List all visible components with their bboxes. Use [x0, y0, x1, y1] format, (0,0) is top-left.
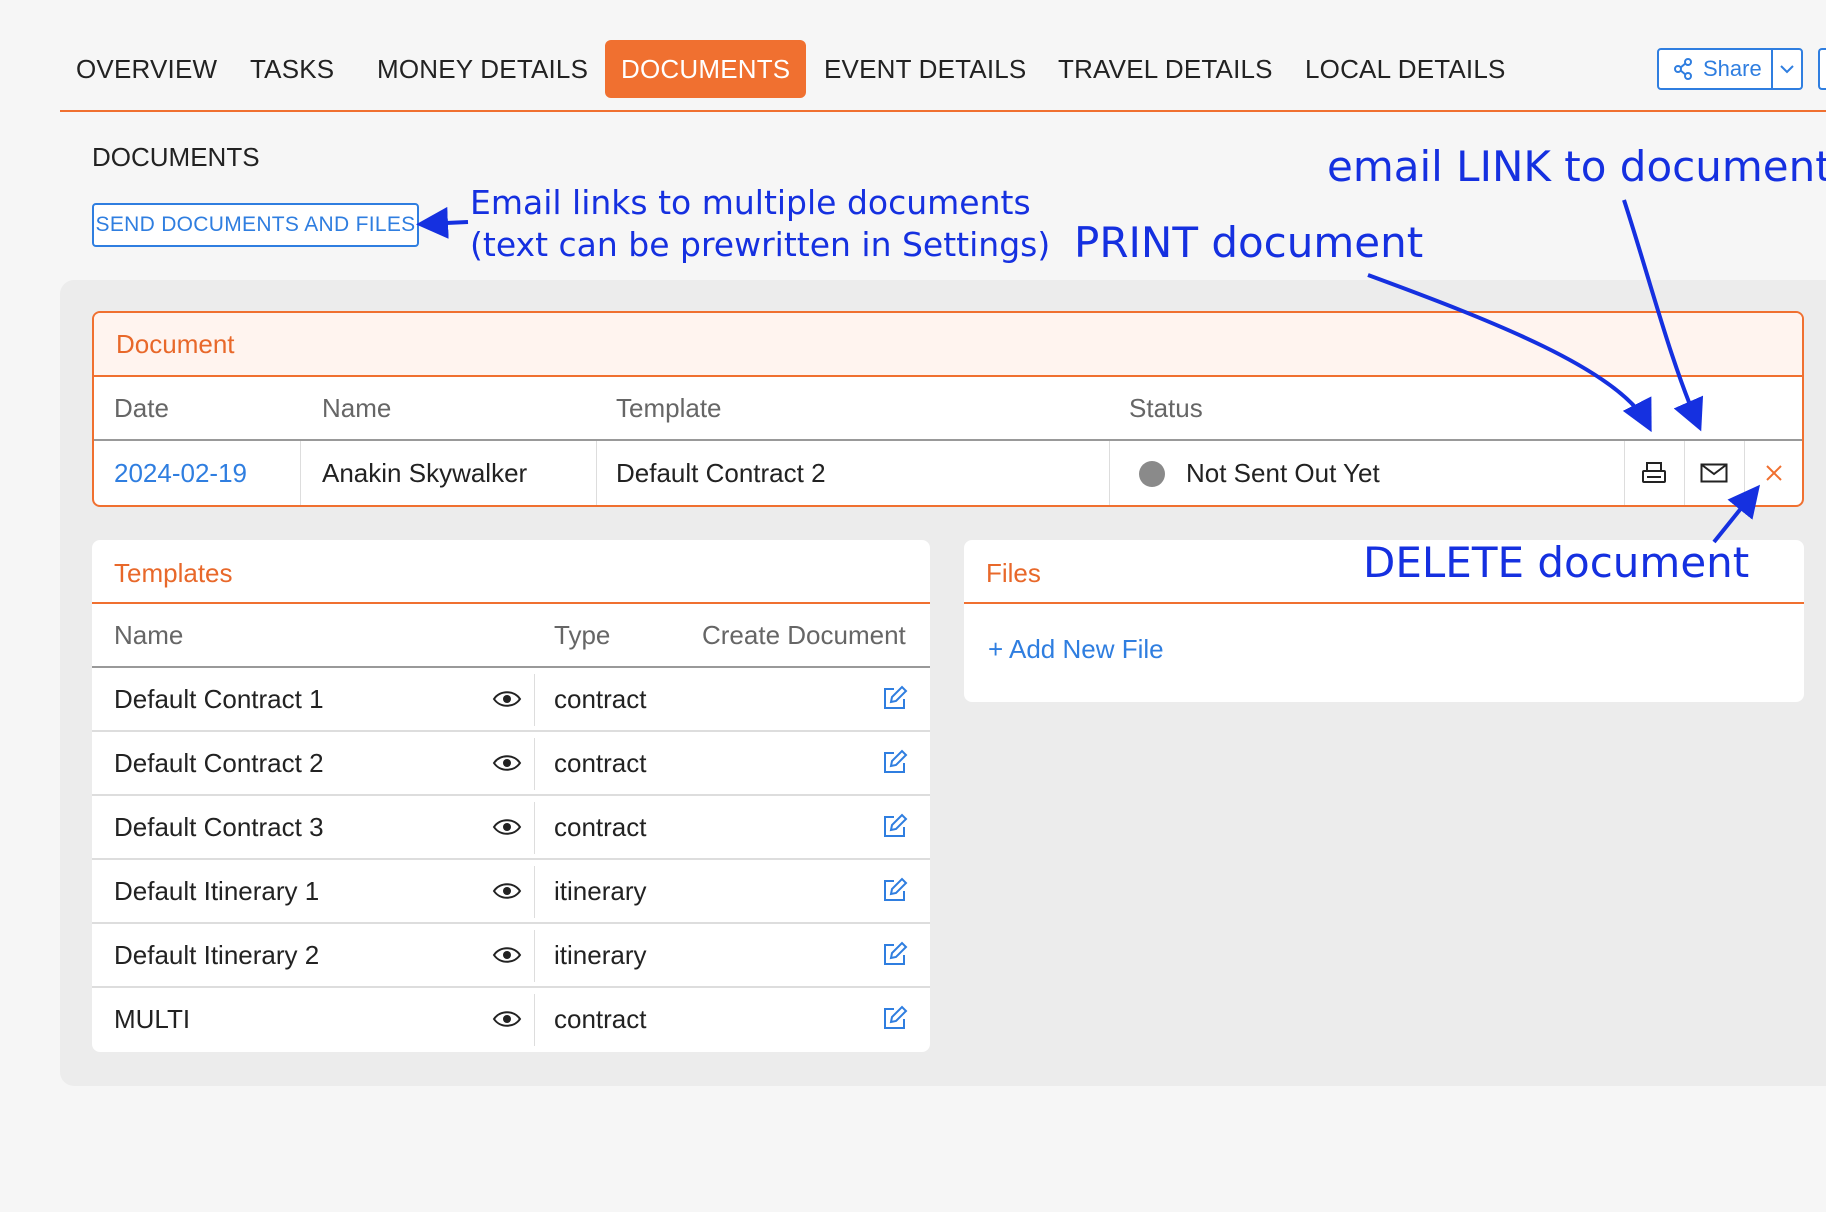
template-row: Default Itinerary 1 itinerary — [92, 860, 930, 924]
annotation-send-line2: (text can be prewritten in Settings) — [470, 225, 1051, 264]
eye-icon[interactable] — [492, 879, 522, 903]
arrow-send — [416, 206, 469, 239]
status-dot-icon — [1139, 461, 1165, 487]
close-icon — [1766, 465, 1782, 481]
divider — [596, 441, 597, 505]
tab-money-details[interactable]: MONEY DETAILS — [377, 40, 588, 98]
template-type: itinerary — [554, 940, 647, 970]
annotation-send: Email links to multiple documents (text … — [470, 182, 1050, 266]
column-date: Date — [114, 393, 169, 423]
document-name: Anakin Skywalker — [322, 458, 528, 488]
tab-documents[interactable]: DOCUMENTS — [605, 40, 807, 98]
eye-icon[interactable] — [492, 751, 522, 775]
document-template: Default Contract 2 — [616, 458, 826, 488]
tabs-underline — [60, 110, 1826, 112]
edit-icon[interactable] — [882, 813, 908, 839]
annotation-email: email LINK to document — [1327, 142, 1826, 191]
edit-icon[interactable] — [882, 1005, 908, 1031]
more-actions-button[interactable] — [1818, 48, 1826, 90]
main-tabs: OVERVIEW TASKS MONEY DETAILS DOCUMENTS E… — [60, 40, 1826, 98]
template-name: Default Contract 1 — [114, 684, 324, 714]
share-main[interactable]: Share — [1659, 50, 1774, 88]
edit-icon[interactable] — [882, 877, 908, 903]
chevron-down-icon — [1780, 65, 1794, 74]
template-type: contract — [554, 1004, 647, 1034]
eye-icon[interactable] — [492, 943, 522, 967]
templates-card: Templates Name Type Create Document Defa… — [92, 540, 930, 1052]
tab-overview[interactable]: OVERVIEW — [76, 40, 217, 98]
share-dropdown-toggle[interactable] — [1773, 50, 1801, 88]
document-date-link[interactable]: 2024-02-19 — [114, 441, 247, 505]
column-status: Status — [1129, 393, 1203, 423]
document-card: Document Date Name Template Status 2024-… — [92, 311, 1804, 507]
email-link-button[interactable] — [1685, 441, 1743, 505]
status-badge: Not Sent Out Yet — [1186, 458, 1380, 488]
template-row: Default Contract 2 contract — [92, 732, 930, 796]
template-name: MULTI — [114, 1004, 191, 1034]
send-documents-button[interactable]: SEND DOCUMENTS AND FILES — [92, 203, 419, 247]
template-type: contract — [554, 684, 647, 714]
column-create-document: Create Document — [702, 620, 906, 650]
tab-travel-details[interactable]: TRAVEL DETAILS — [1058, 40, 1273, 98]
printer-icon — [1642, 462, 1666, 483]
template-name: Default Itinerary 1 — [114, 876, 320, 906]
column-template: Template — [616, 393, 722, 423]
column-name: Name — [114, 620, 184, 650]
delete-button[interactable] — [1745, 441, 1802, 505]
divider — [534, 866, 535, 918]
divider — [534, 802, 535, 854]
annotation-send-line1: Email links to multiple documents — [470, 183, 1031, 222]
envelope-icon — [1700, 463, 1728, 483]
column-name: Name — [322, 393, 392, 423]
annotation-print: PRINT document — [1074, 218, 1424, 267]
edit-icon[interactable] — [882, 685, 908, 711]
eye-icon[interactable] — [492, 815, 522, 839]
template-type: itinerary — [554, 876, 647, 906]
divider — [534, 674, 535, 726]
divider — [1109, 441, 1110, 505]
edit-icon[interactable] — [882, 749, 908, 775]
page-title: DOCUMENTS — [92, 142, 260, 172]
template-name: Default Itinerary 2 — [114, 940, 320, 970]
annotation-delete: DELETE document — [1363, 538, 1750, 587]
column-type: Type — [554, 620, 611, 650]
share-icon — [1674, 58, 1692, 80]
divider — [534, 738, 535, 790]
divider — [534, 930, 535, 982]
add-new-file-link[interactable]: + Add New File — [988, 634, 1164, 665]
eye-icon[interactable] — [492, 1007, 522, 1031]
document-table-header: Date Name Template Status — [94, 377, 1802, 441]
divider — [534, 994, 535, 1046]
template-row: Default Contract 3 contract — [92, 796, 930, 860]
template-type: contract — [554, 812, 647, 842]
template-row: MULTI contract — [92, 988, 930, 1052]
document-row: 2024-02-19 Anakin Skywalker Default Cont… — [94, 441, 1802, 505]
template-name: Default Contract 3 — [114, 812, 324, 842]
templates-list: Default Contract 1 contract Default Contra… — [92, 668, 930, 1052]
tab-local-details[interactable]: LOCAL DETAILS — [1305, 40, 1506, 98]
document-card-title: Document — [94, 313, 1802, 377]
templates-table-header: Name Type Create Document — [92, 604, 930, 668]
eye-icon[interactable] — [492, 687, 522, 711]
share-label: Share — [1703, 56, 1762, 81]
template-name: Default Contract 2 — [114, 748, 324, 778]
templates-card-title: Templates — [92, 540, 930, 604]
share-button[interactable]: Share — [1657, 48, 1803, 90]
template-row: Default Itinerary 2 itinerary — [92, 924, 930, 988]
template-type: contract — [554, 748, 647, 778]
edit-icon[interactable] — [882, 941, 908, 967]
tab-event-details[interactable]: EVENT DETAILS — [824, 40, 1026, 98]
divider — [300, 441, 301, 505]
template-row: Default Contract 1 contract — [92, 668, 930, 732]
print-button[interactable] — [1625, 441, 1683, 505]
tab-tasks[interactable]: TASKS — [250, 40, 334, 98]
